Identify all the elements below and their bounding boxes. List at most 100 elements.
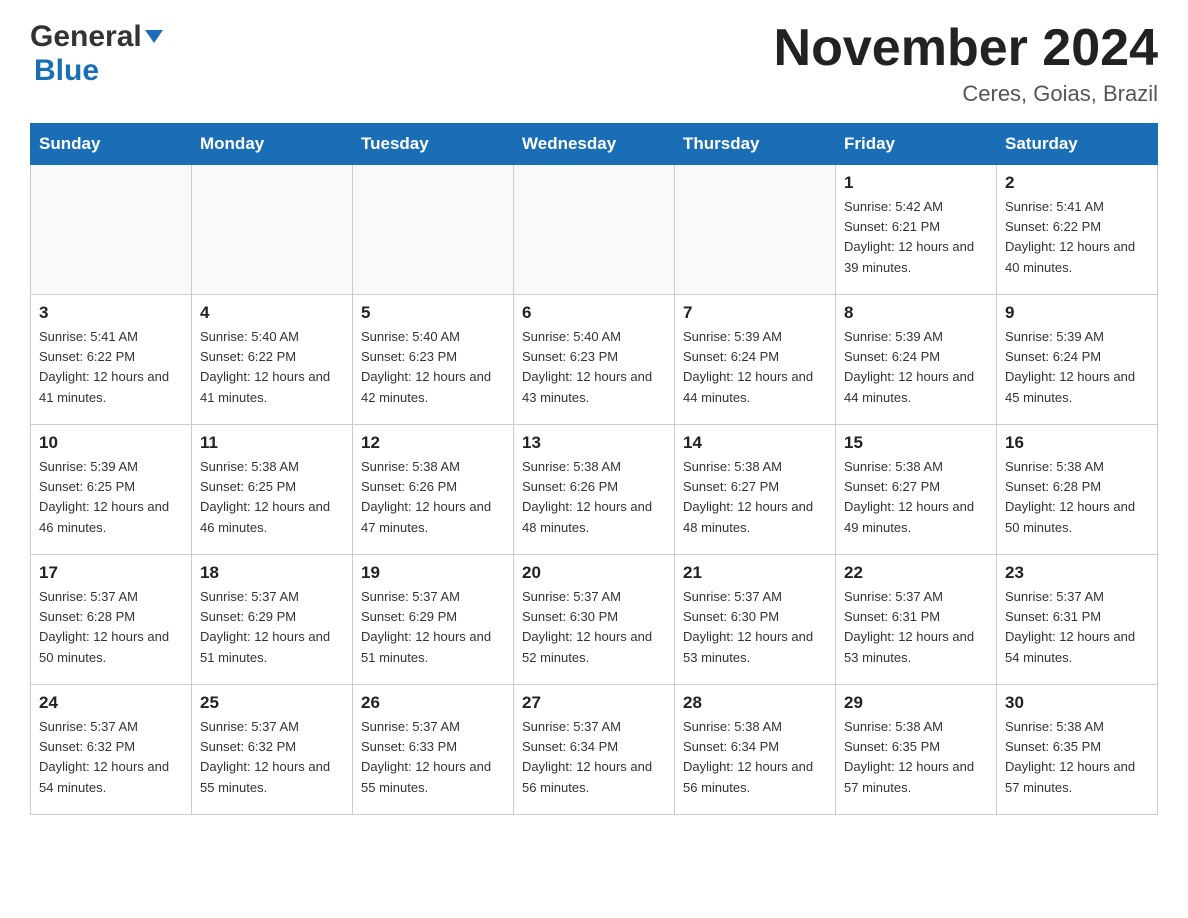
logo-blue-text: Blue (34, 54, 99, 87)
day-info: Sunrise: 5:37 AM Sunset: 6:29 PM Dayligh… (200, 587, 344, 668)
day-number: 17 (39, 563, 183, 583)
logo: General Blue (30, 20, 163, 88)
calendar-day (675, 165, 836, 295)
column-header-thursday: Thursday (675, 124, 836, 165)
day-info: Sunrise: 5:38 AM Sunset: 6:27 PM Dayligh… (683, 457, 827, 538)
day-number: 7 (683, 303, 827, 323)
calendar-day: 18 Sunrise: 5:37 AM Sunset: 6:29 PM Dayli… (192, 555, 353, 685)
day-info: Sunrise: 5:40 AM Sunset: 6:23 PM Dayligh… (361, 327, 505, 408)
location-label: Ceres, Goias, Brazil (774, 81, 1158, 107)
day-info: Sunrise: 5:37 AM Sunset: 6:31 PM Dayligh… (844, 587, 988, 668)
calendar-day: 13 Sunrise: 5:38 AM Sunset: 6:26 PM Dayli… (514, 425, 675, 555)
calendar-header-row: SundayMondayTuesdayWednesdayThursdayFrid… (31, 124, 1158, 165)
day-number: 24 (39, 693, 183, 713)
calendar-day: 7 Sunrise: 5:39 AM Sunset: 6:24 PM Daylig… (675, 295, 836, 425)
calendar-day: 11 Sunrise: 5:38 AM Sunset: 6:25 PM Dayli… (192, 425, 353, 555)
calendar-day: 5 Sunrise: 5:40 AM Sunset: 6:23 PM Daylig… (353, 295, 514, 425)
day-number: 30 (1005, 693, 1149, 713)
calendar-week-4: 17 Sunrise: 5:37 AM Sunset: 6:28 PM Dayli… (31, 555, 1158, 685)
day-info: Sunrise: 5:39 AM Sunset: 6:24 PM Dayligh… (844, 327, 988, 408)
day-info: Sunrise: 5:37 AM Sunset: 6:32 PM Dayligh… (39, 717, 183, 798)
calendar-day: 1 Sunrise: 5:42 AM Sunset: 6:21 PM Daylig… (836, 165, 997, 295)
calendar-day: 25Sunrise: 5:37 AM Sunset: 6:32 PM Dayli… (192, 685, 353, 815)
calendar-day (31, 165, 192, 295)
calendar-day: 16 Sunrise: 5:38 AM Sunset: 6:28 PM Dayli… (997, 425, 1158, 555)
day-info: Sunrise: 5:37 AM Sunset: 6:28 PM Dayligh… (39, 587, 183, 668)
calendar-week-3: 10Sunrise: 5:39 AM Sunset: 6:25 PM Dayli… (31, 425, 1158, 555)
day-number: 18 (200, 563, 344, 583)
calendar-day: 12 Sunrise: 5:38 AM Sunset: 6:26 PM Dayli… (353, 425, 514, 555)
day-number: 2 (1005, 173, 1149, 193)
day-info: Sunrise: 5:38 AM Sunset: 6:28 PM Dayligh… (1005, 457, 1149, 538)
page-header: General Blue November 2024 Ceres, Goias,… (30, 20, 1158, 107)
day-info: Sunrise: 5:38 AM Sunset: 6:27 PM Dayligh… (844, 457, 988, 538)
day-info: Sunrise: 5:38 AM Sunset: 6:26 PM Dayligh… (522, 457, 666, 538)
calendar-week-5: 24 Sunrise: 5:37 AM Sunset: 6:32 PM Dayli… (31, 685, 1158, 815)
calendar-day: 17 Sunrise: 5:37 AM Sunset: 6:28 PM Dayli… (31, 555, 192, 685)
logo-triangle-icon (145, 30, 163, 43)
calendar-day: 2 Sunrise: 5:41 AM Sunset: 6:22 PM Daylig… (997, 165, 1158, 295)
calendar-day (514, 165, 675, 295)
column-header-sunday: Sunday (31, 124, 192, 165)
calendar-day: 6Sunrise: 5:40 AM Sunset: 6:23 PM Daylig… (514, 295, 675, 425)
month-title: November 2024 (774, 20, 1158, 77)
calendar-day: 14 Sunrise: 5:38 AM Sunset: 6:27 PM Dayli… (675, 425, 836, 555)
calendar-day (353, 165, 514, 295)
calendar-day: 28 Sunrise: 5:38 AM Sunset: 6:34 PM Dayli… (675, 685, 836, 815)
day-info: Sunrise: 5:41 AM Sunset: 6:22 PM Dayligh… (1005, 197, 1149, 278)
day-info: Sunrise: 5:39 AM Sunset: 6:25 PM Dayligh… (39, 457, 183, 538)
logo-general-text: General (30, 20, 142, 54)
day-number: 20 (522, 563, 666, 583)
calendar-day: 9Sunrise: 5:39 AM Sunset: 6:24 PM Daylig… (997, 295, 1158, 425)
calendar-day: 15 Sunrise: 5:38 AM Sunset: 6:27 PM Dayli… (836, 425, 997, 555)
day-info: Sunrise: 5:37 AM Sunset: 6:33 PM Dayligh… (361, 717, 505, 798)
calendar-day (192, 165, 353, 295)
day-number: 12 (361, 433, 505, 453)
day-number: 22 (844, 563, 988, 583)
day-number: 1 (844, 173, 988, 193)
day-info: Sunrise: 5:40 AM Sunset: 6:22 PM Dayligh… (200, 327, 344, 408)
day-number: 14 (683, 433, 827, 453)
column-header-tuesday: Tuesday (353, 124, 514, 165)
calendar-day: 21Sunrise: 5:37 AM Sunset: 6:30 PM Dayli… (675, 555, 836, 685)
day-info: Sunrise: 5:37 AM Sunset: 6:31 PM Dayligh… (1005, 587, 1149, 668)
calendar-day: 19Sunrise: 5:37 AM Sunset: 6:29 PM Dayli… (353, 555, 514, 685)
column-header-wednesday: Wednesday (514, 124, 675, 165)
calendar-day: 4 Sunrise: 5:40 AM Sunset: 6:22 PM Daylig… (192, 295, 353, 425)
day-info: Sunrise: 5:42 AM Sunset: 6:21 PM Dayligh… (844, 197, 988, 278)
calendar-week-2: 3Sunrise: 5:41 AM Sunset: 6:22 PM Daylig… (31, 295, 1158, 425)
calendar-day: 26 Sunrise: 5:37 AM Sunset: 6:33 PM Dayli… (353, 685, 514, 815)
day-number: 26 (361, 693, 505, 713)
day-number: 25 (200, 693, 344, 713)
day-number: 27 (522, 693, 666, 713)
calendar-table: SundayMondayTuesdayWednesdayThursdayFrid… (30, 123, 1158, 815)
calendar-day: 30 Sunrise: 5:38 AM Sunset: 6:35 PM Dayli… (997, 685, 1158, 815)
day-number: 16 (1005, 433, 1149, 453)
day-number: 4 (200, 303, 344, 323)
calendar-day: 22 Sunrise: 5:37 AM Sunset: 6:31 PM Dayli… (836, 555, 997, 685)
day-number: 28 (683, 693, 827, 713)
column-header-friday: Friday (836, 124, 997, 165)
day-info: Sunrise: 5:37 AM Sunset: 6:34 PM Dayligh… (522, 717, 666, 798)
day-number: 15 (844, 433, 988, 453)
day-info: Sunrise: 5:39 AM Sunset: 6:24 PM Dayligh… (1005, 327, 1149, 408)
day-info: Sunrise: 5:37 AM Sunset: 6:30 PM Dayligh… (522, 587, 666, 668)
calendar-day: 8Sunrise: 5:39 AM Sunset: 6:24 PM Daylig… (836, 295, 997, 425)
day-number: 19 (361, 563, 505, 583)
day-number: 11 (200, 433, 344, 453)
day-info: Sunrise: 5:38 AM Sunset: 6:35 PM Dayligh… (1005, 717, 1149, 798)
calendar-day: 3Sunrise: 5:41 AM Sunset: 6:22 PM Daylig… (31, 295, 192, 425)
day-info: Sunrise: 5:40 AM Sunset: 6:23 PM Dayligh… (522, 327, 666, 408)
day-number: 13 (522, 433, 666, 453)
day-number: 5 (361, 303, 505, 323)
calendar-day: 23Sunrise: 5:37 AM Sunset: 6:31 PM Dayli… (997, 555, 1158, 685)
day-info: Sunrise: 5:39 AM Sunset: 6:24 PM Dayligh… (683, 327, 827, 408)
day-info: Sunrise: 5:37 AM Sunset: 6:30 PM Dayligh… (683, 587, 827, 668)
calendar-day: 29Sunrise: 5:38 AM Sunset: 6:35 PM Dayli… (836, 685, 997, 815)
day-number: 3 (39, 303, 183, 323)
calendar-day: 10Sunrise: 5:39 AM Sunset: 6:25 PM Dayli… (31, 425, 192, 555)
day-info: Sunrise: 5:38 AM Sunset: 6:26 PM Dayligh… (361, 457, 505, 538)
day-info: Sunrise: 5:38 AM Sunset: 6:25 PM Dayligh… (200, 457, 344, 538)
column-header-monday: Monday (192, 124, 353, 165)
day-info: Sunrise: 5:38 AM Sunset: 6:34 PM Dayligh… (683, 717, 827, 798)
